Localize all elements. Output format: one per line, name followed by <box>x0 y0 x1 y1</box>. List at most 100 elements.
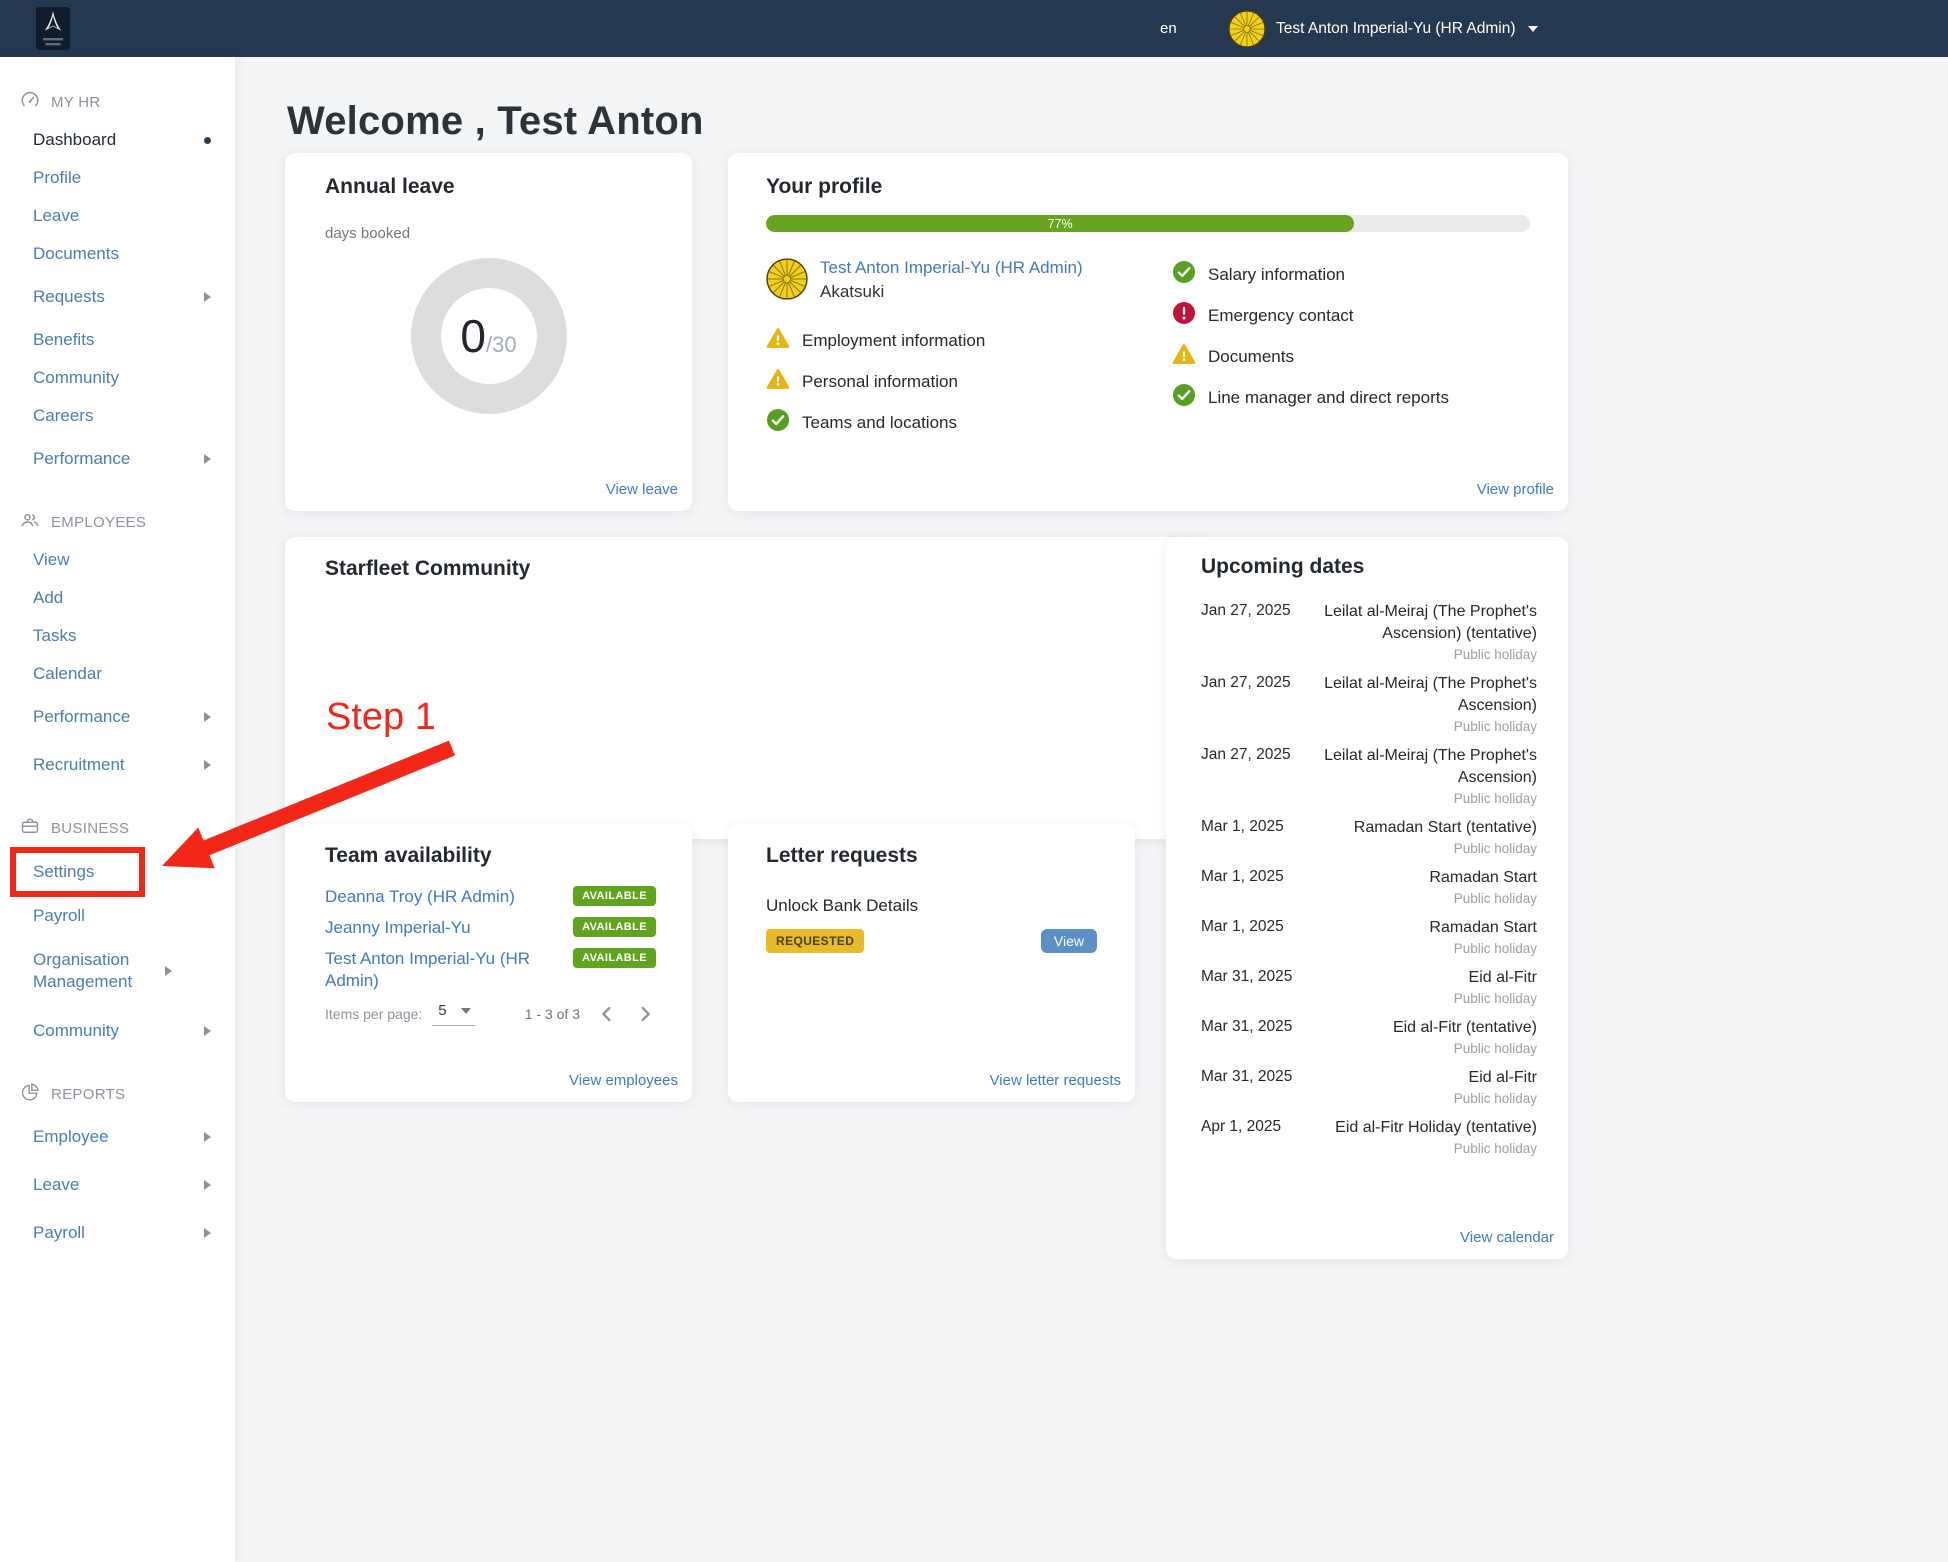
sidebar-item-tasks[interactable]: Tasks <box>0 617 235 655</box>
upcoming-date-row: Jan 27, 2025 Leilat al-Meiraj (The Proph… <box>1201 601 1537 662</box>
sidebar-section-label: MY HR <box>51 94 101 111</box>
view-leave-link[interactable]: View leave <box>606 481 678 498</box>
topbar: en Test Anton Imperial-Yu (HR Admin) <box>0 0 1948 57</box>
sidebar-item-label: Careers <box>33 406 211 426</box>
sidebar-item-label: Leave <box>33 1175 204 1195</box>
sidebar-item-label: Community <box>33 368 211 388</box>
pagination-range-label: 1 - 3 of 3 <box>525 1006 580 1022</box>
sidebar-item-careers[interactable]: Careers <box>0 397 235 435</box>
view-employees-link[interactable]: View employees <box>569 1072 678 1089</box>
upcoming-date-row: Mar 1, 2025 Ramadan Start (tentative) Pu… <box>1201 817 1537 856</box>
sidebar-item-recruitment[interactable]: Recruitment <box>0 741 235 789</box>
view-profile-link[interactable]: View profile <box>1477 481 1554 498</box>
annotation-settings-highlight-box: Settings <box>10 847 145 897</box>
holiday-type: Public holiday <box>1301 1091 1537 1106</box>
sidebar-item-label: Settings <box>33 862 131 882</box>
sidebar-item-organisation-management[interactable]: Organisation Management <box>0 935 235 1007</box>
previous-page-button[interactable] <box>596 1003 618 1025</box>
availability-badge: AVAILABLE <box>573 948 656 968</box>
view-letter-requests-link[interactable]: View letter requests <box>990 1072 1121 1089</box>
warning-icon <box>1172 342 1196 371</box>
sidebar-item-add[interactable]: Add <box>0 579 235 617</box>
items-per-page-label: Items per page: <box>325 1006 422 1022</box>
holiday-date: Mar 31, 2025 <box>1201 1017 1301 1036</box>
team-member-link[interactable]: Test Anton Imperial-Yu (HR Admin) <box>325 948 540 992</box>
view-letter-button[interactable]: View <box>1041 929 1097 953</box>
upcoming-date-row: Apr 1, 2025 Eid al-Fitr Holiday (tentati… <box>1201 1117 1537 1156</box>
sidebar-item-label: Profile <box>33 168 211 188</box>
check-circle-icon <box>1172 383 1196 412</box>
sidebar-item-requests[interactable]: Requests <box>0 273 235 321</box>
items-per-page-select[interactable]: 5 <box>432 1002 474 1026</box>
profile-avatar <box>766 258 808 300</box>
chevron-down-icon <box>1528 26 1538 32</box>
sidebar-section-label: REPORTS <box>51 1086 125 1103</box>
checklist-item: Salary information <box>1172 260 1530 289</box>
briefcase-icon <box>20 816 40 840</box>
checklist-item: Personal information <box>766 367 1172 396</box>
user-menu[interactable]: Test Anton Imperial-Yu (HR Admin) <box>1228 0 1538 57</box>
holiday-name: Eid al-Fitr Holiday (tentative) <box>1335 1119 1537 1136</box>
sidebar-item-label: Organisation Management <box>33 949 165 993</box>
sidebar-item-label: Benefits <box>33 330 211 350</box>
sidebar-section-my-hr: MY HR <box>0 83 235 121</box>
team-member-row: Deanna Troy (HR Admin) AVAILABLE <box>325 886 656 908</box>
letter-requests-card: Letter requests Unlock Bank Details REQU… <box>728 824 1135 1102</box>
items-per-page-value: 5 <box>438 1002 446 1019</box>
profile-title: Your profile <box>766 175 1530 199</box>
sidebar-item-label: Payroll <box>33 906 211 926</box>
checklist-item: Documents <box>1172 342 1530 371</box>
sidebar-item-view[interactable]: View <box>0 541 235 579</box>
holiday-date: Jan 27, 2025 <box>1201 745 1301 764</box>
checklist-label: Employment information <box>802 331 985 351</box>
holiday-name: Leilat al-Meiraj (The Prophet's Ascensio… <box>1324 603 1537 642</box>
sidebar-item-label: Performance <box>33 449 204 469</box>
team-member-link[interactable]: Jeanny Imperial-Yu <box>325 917 471 939</box>
sidebar-item-employee-reports[interactable]: Employee <box>0 1113 235 1161</box>
sidebar-item-payroll-reports[interactable]: Payroll <box>0 1209 235 1257</box>
profile-name-link[interactable]: Test Anton Imperial-Yu (HR Admin) <box>820 258 1083 278</box>
profile-team: Akatsuki <box>820 282 1083 302</box>
chevron-right-icon <box>165 966 172 976</box>
chevron-right-icon <box>204 760 211 770</box>
holiday-name: Ramadan Start <box>1429 919 1537 936</box>
holiday-name: Ramadan Start (tentative) <box>1354 819 1537 836</box>
sidebar-item-calendar[interactable]: Calendar <box>0 655 235 693</box>
team-member-link[interactable]: Deanna Troy (HR Admin) <box>325 886 515 908</box>
sidebar-item-settings[interactable]: Settings <box>16 853 139 891</box>
annual-leave-title: Annual leave <box>325 175 652 199</box>
sidebar-item-performance-employees[interactable]: Performance <box>0 693 235 741</box>
next-page-button[interactable] <box>634 1003 656 1025</box>
sidebar-item-community[interactable]: Community <box>0 359 235 397</box>
sidebar-item-payroll[interactable]: Payroll <box>0 897 235 935</box>
sidebar-item-performance[interactable]: Performance <box>0 435 235 483</box>
sidebar-item-leave[interactable]: Leave <box>0 197 235 235</box>
sidebar-item-community-business[interactable]: Community <box>0 1007 235 1055</box>
page-title: Welcome , Test Anton <box>287 99 704 144</box>
holiday-type: Public holiday <box>1301 719 1537 734</box>
people-icon <box>20 510 40 534</box>
days-booked-value: 0 <box>460 258 486 414</box>
annual-leave-card: Annual leave days booked 0 /30 View leav… <box>285 153 692 511</box>
sidebar-item-documents[interactable]: Documents <box>0 235 235 273</box>
sidebar-item-label: Requests <box>33 287 204 307</box>
sidebar-item-label: Tasks <box>33 626 211 646</box>
checklist-label: Emergency contact <box>1208 306 1354 326</box>
team-member-row: Test Anton Imperial-Yu (HR Admin) AVAILA… <box>325 948 656 992</box>
checklist-label: Teams and locations <box>802 413 957 433</box>
user-avatar <box>1228 10 1266 48</box>
holiday-date: Mar 1, 2025 <box>1201 867 1301 886</box>
chevron-right-icon <box>204 454 211 464</box>
upcoming-date-row: Mar 31, 2025 Eid al-Fitr (tentative) Pub… <box>1201 1017 1537 1056</box>
sidebar-item-leave-reports[interactable]: Leave <box>0 1161 235 1209</box>
sidebar-item-dashboard[interactable]: Dashboard <box>0 121 235 159</box>
annotation-step-label: Step 1 <box>326 696 436 739</box>
view-calendar-link[interactable]: View calendar <box>1460 1229 1554 1246</box>
error-circle-icon <box>1172 301 1196 330</box>
upcoming-date-row: Jan 27, 2025 Leilat al-Meiraj (The Proph… <box>1201 745 1537 806</box>
sidebar-item-benefits[interactable]: Benefits <box>0 321 235 359</box>
language-selector[interactable]: en <box>1160 0 1177 57</box>
profile-completion-progress-bar: 77% <box>766 215 1530 232</box>
sidebar-item-profile[interactable]: Profile <box>0 159 235 197</box>
sidebar-section-label: EMPLOYEES <box>51 514 146 531</box>
